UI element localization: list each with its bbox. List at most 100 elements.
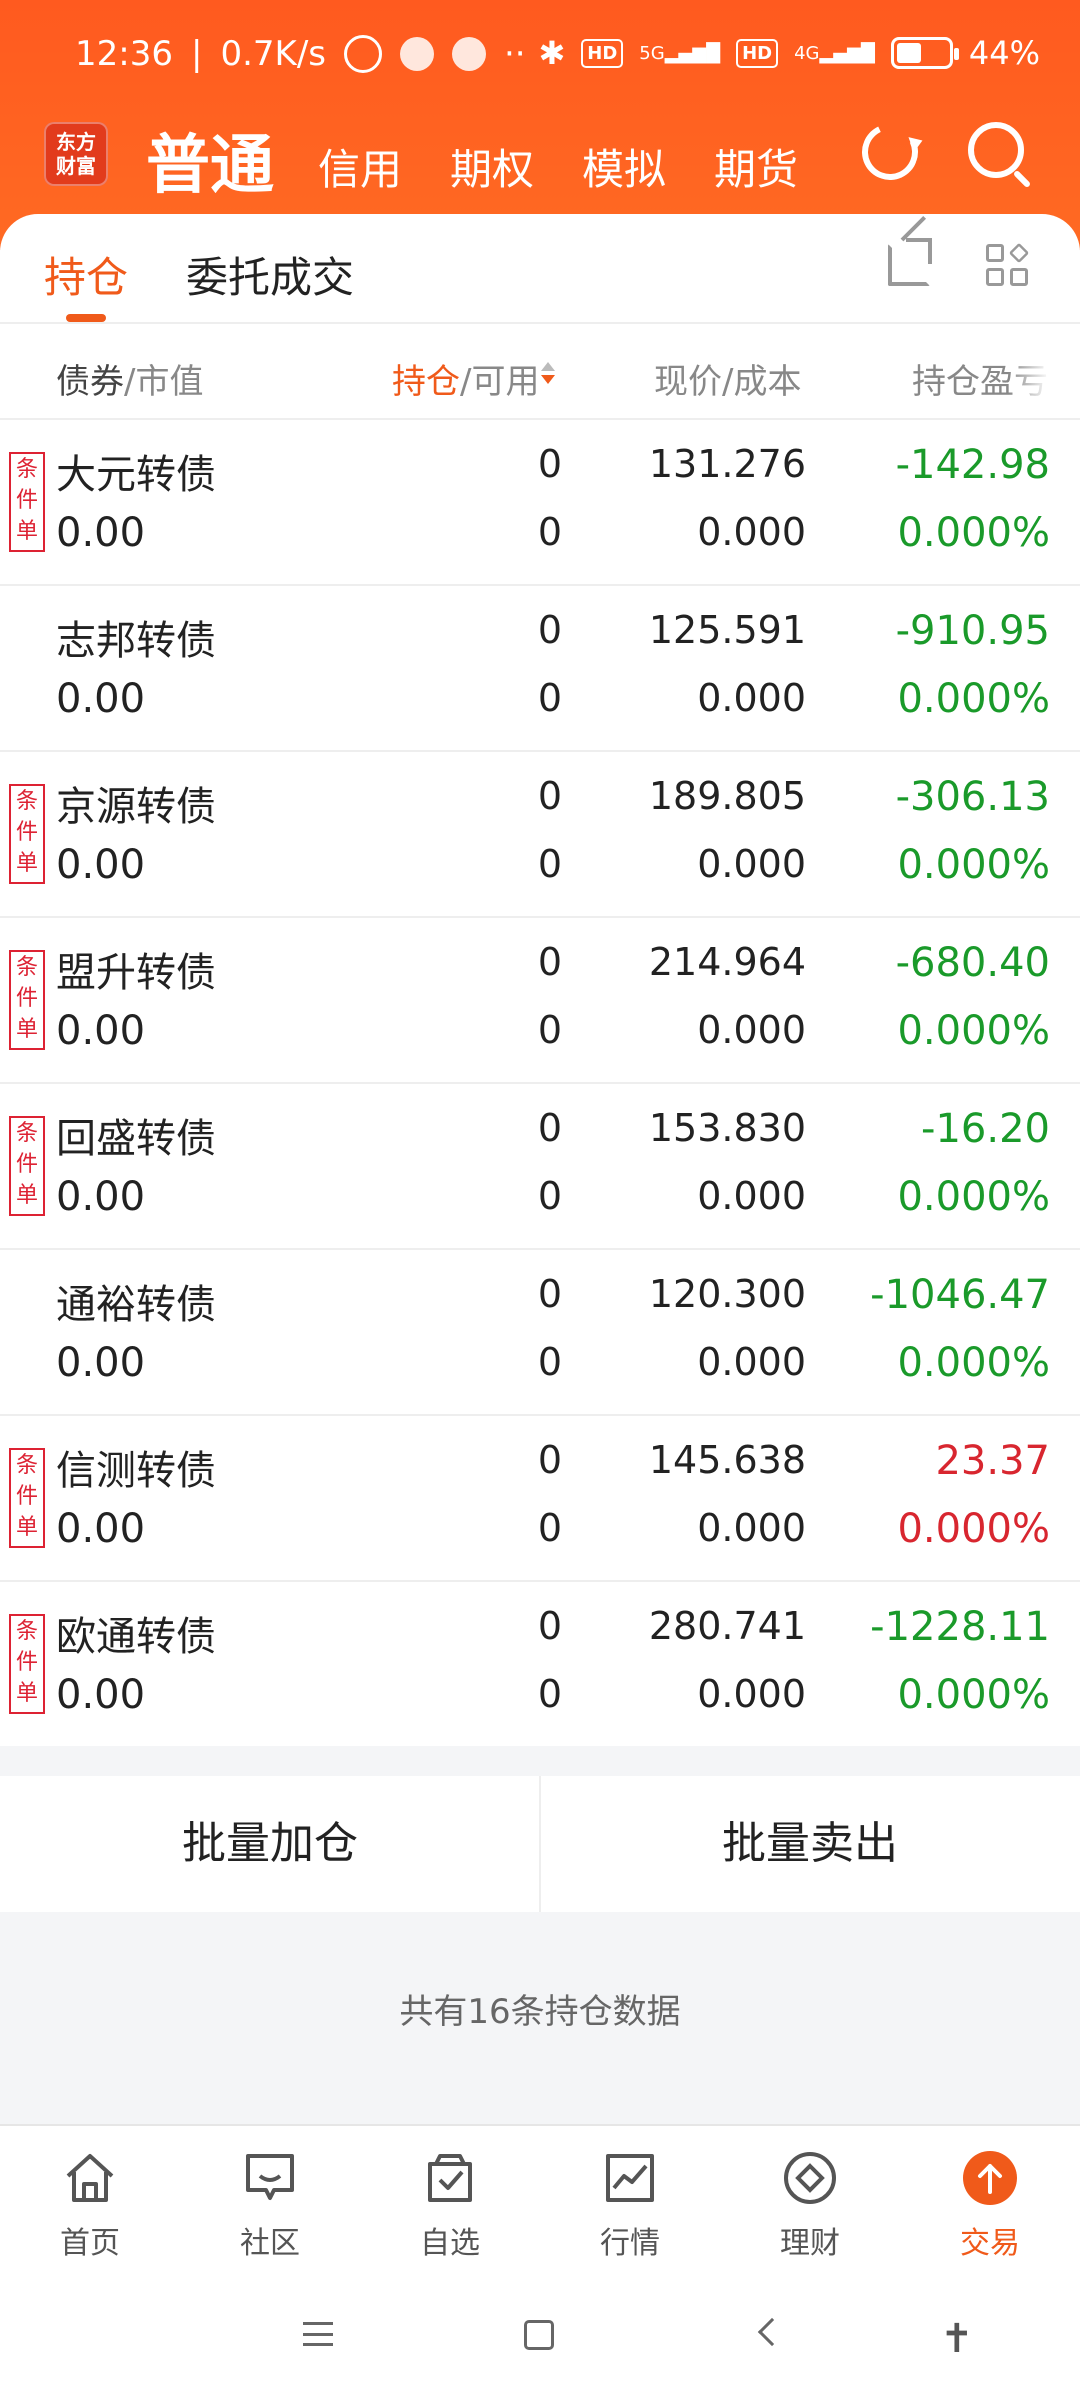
holding-qty: 0 <box>537 940 562 984</box>
condition-order-tag[interactable]: 条 件 单 <box>9 784 45 884</box>
app-header: 12:36 | 0.7K/s ·· ✱ HD 5G▂▄▆█ HD 4G▂▄▆█ … <box>0 0 1080 250</box>
table-row[interactable]: 志邦转债 0.00 0 0 125.591 0.000 -910.95 0.000% <box>0 586 1080 752</box>
checklist-icon <box>428 2154 472 2202</box>
table-row[interactable]: 条 件 单京源转债 0.00 0 0 189.805 0.000 -306.13 0.000% <box>0 752 1080 918</box>
market-value: 0.00 <box>56 1008 146 1054</box>
tab-simulation[interactable]: 模拟 <box>582 136 666 197</box>
profit-loss: -910.95 <box>895 608 1050 654</box>
system-nav-bar: ✝ <box>0 2270 1080 2400</box>
back-icon[interactable] <box>757 2317 787 2347</box>
table-row[interactable]: 条 件 单信测转债 0.00 0 0 145.638 0.000 23.37 0.000% <box>0 1416 1080 1582</box>
profit-loss: -680.40 <box>895 940 1050 986</box>
current-price: 125.591 <box>648 608 806 652</box>
tab-normal[interactable]: 普通 <box>146 114 274 206</box>
chat-icon <box>246 2154 294 2200</box>
cost-price: 0.000 <box>697 1174 806 1218</box>
battery-icon <box>890 37 959 69</box>
table-row[interactable]: 条 件 单回盛转债 0.00 0 0 153.830 0.000 -16.20 0.000% <box>0 1084 1080 1250</box>
holding-qty: 0 <box>537 442 562 486</box>
app-logo[interactable]: 东方 财富 <box>44 122 108 186</box>
col-price-cost[interactable]: 现价/成本 <box>654 354 801 403</box>
nav-home[interactable]: 首页 <box>0 2126 180 2272</box>
profit-loss-percent: 0.000% <box>897 1174 1050 1220</box>
table-row[interactable]: 通裕转债 0.00 0 0 120.300 0.000 -1046.47 0.000% <box>0 1250 1080 1416</box>
col-pnl[interactable]: 持仓盈亏 <box>912 354 1050 403</box>
holding-qty: 0 <box>537 774 562 818</box>
bond-name: 盟升转债 <box>56 950 216 996</box>
batch-actions: 批量加仓 批量卖出 <box>0 1776 1080 1912</box>
hd-badge-2: HD <box>736 38 779 68</box>
accessibility-icon[interactable]: ✝ <box>940 2316 974 2362</box>
available-qty: 0 <box>537 1174 562 1218</box>
profit-loss: -16.20 <box>921 1106 1050 1152</box>
tab-positions[interactable]: 持仓 <box>44 244 128 305</box>
available-qty: 0 <box>537 1340 562 1384</box>
nav-trade[interactable]: 交易 <box>900 2126 1080 2272</box>
bond-name: 志邦转债 <box>56 618 216 664</box>
batch-sell-button[interactable]: 批量卖出 <box>540 1776 1080 1912</box>
share-icon[interactable] <box>888 238 932 286</box>
condition-order-tag[interactable]: 条 件 单 <box>9 1116 45 1216</box>
nav-community[interactable]: 社区 <box>180 2126 360 2272</box>
market-value: 0.00 <box>56 1672 146 1718</box>
search-icon[interactable] <box>968 122 1024 178</box>
status-time: 12:36 <box>75 34 173 74</box>
nav-watchlist[interactable]: 自选 <box>360 2126 540 2272</box>
tab-options[interactable]: 期权 <box>450 136 534 197</box>
market-value: 0.00 <box>56 1506 146 1552</box>
chart-icon <box>606 2154 654 2202</box>
home-square-icon[interactable] <box>524 2320 554 2350</box>
refresh-icon[interactable] <box>854 116 926 188</box>
hd-badge: HD <box>581 38 624 68</box>
bond-name: 京源转债 <box>56 784 216 830</box>
profit-loss-percent: 0.000% <box>897 1672 1050 1718</box>
alarm-icon <box>344 35 382 73</box>
condition-order-tag[interactable]: 条 件 单 <box>9 950 45 1050</box>
tab-futures[interactable]: 期货 <box>714 136 798 197</box>
available-qty: 0 <box>537 676 562 720</box>
batch-add-button[interactable]: 批量加仓 <box>0 1776 540 1912</box>
tab-credit[interactable]: 信用 <box>318 136 402 197</box>
profit-loss-percent: 0.000% <box>897 842 1050 888</box>
layout-grid-icon[interactable] <box>986 242 1032 290</box>
bond-name: 大元转债 <box>56 452 216 498</box>
profit-loss: -1046.47 <box>870 1272 1050 1318</box>
positions-list: 条 件 单大元转债 0.00 0 0 131.276 0.000 -142.98 0.000%… <box>0 420 1080 1748</box>
holding-qty: 0 <box>537 1106 562 1150</box>
profit-loss: -1228.11 <box>870 1604 1050 1650</box>
bond-name: 通裕转债 <box>56 1282 216 1328</box>
col-hold-avail[interactable]: 持仓/可用 <box>392 354 556 403</box>
bond-name: 信测转债 <box>56 1448 216 1494</box>
table-row[interactable]: 条 件 单大元转债 0.00 0 0 131.276 0.000 -142.98 0.000% <box>0 420 1080 586</box>
condition-order-tag[interactable]: 条 件 单 <box>9 452 45 552</box>
table-row[interactable]: 条 件 单欧通转债 0.00 0 0 280.741 0.000 -1228.11 0.000… <box>0 1582 1080 1748</box>
sort-desc-icon[interactable] <box>541 362 556 384</box>
cost-price: 0.000 <box>697 676 806 720</box>
signal-4g-icon: 4G▂▄▆█ <box>794 42 875 64</box>
market-value: 0.00 <box>56 842 146 888</box>
condition-order-tag[interactable]: 条 件 单 <box>9 1448 45 1548</box>
column-header: 债券/市值 持仓/可用 现价/成本 持仓盈亏 <box>0 326 1080 420</box>
current-price: 145.638 <box>648 1438 806 1482</box>
battery-percent: 44% <box>968 34 1040 72</box>
home-icon <box>66 2154 114 2202</box>
condition-order-tag[interactable]: 条 件 单 <box>9 1614 45 1714</box>
telegram-icon <box>400 37 434 71</box>
menu-icon[interactable] <box>303 2322 333 2346</box>
holding-qty: 0 <box>537 1604 562 1648</box>
tab-orders-trades[interactable]: 委托成交 <box>186 244 354 305</box>
nav-wealth[interactable]: 理财 <box>720 2126 900 2272</box>
col-bond-mv[interactable]: 债券/市值 <box>56 354 203 403</box>
available-qty: 0 <box>537 842 562 886</box>
table-row[interactable]: 条 件 单盟升转债 0.00 0 0 214.964 0.000 -680.40 0.000% <box>0 918 1080 1084</box>
current-price: 189.805 <box>648 774 806 818</box>
bottom-nav: 首页 社区 自选 行情 理财 交易 <box>0 2124 1080 2270</box>
profit-loss-percent: 0.000% <box>897 1506 1050 1552</box>
cost-price: 0.000 <box>697 1008 806 1052</box>
status-net-speed: 0.7K/s <box>220 34 326 74</box>
nav-market[interactable]: 行情 <box>540 2126 720 2272</box>
current-price: 280.741 <box>648 1604 806 1648</box>
positions-summary: 共有16条持仓数据 <box>399 1992 681 2032</box>
bluetooth-icon: ✱ <box>538 34 566 72</box>
positions-card: 持仓 委托成交 债券/市值 持仓/可用 现价/成本 持仓盈亏 条 件 单大元转债… <box>0 214 1080 1748</box>
